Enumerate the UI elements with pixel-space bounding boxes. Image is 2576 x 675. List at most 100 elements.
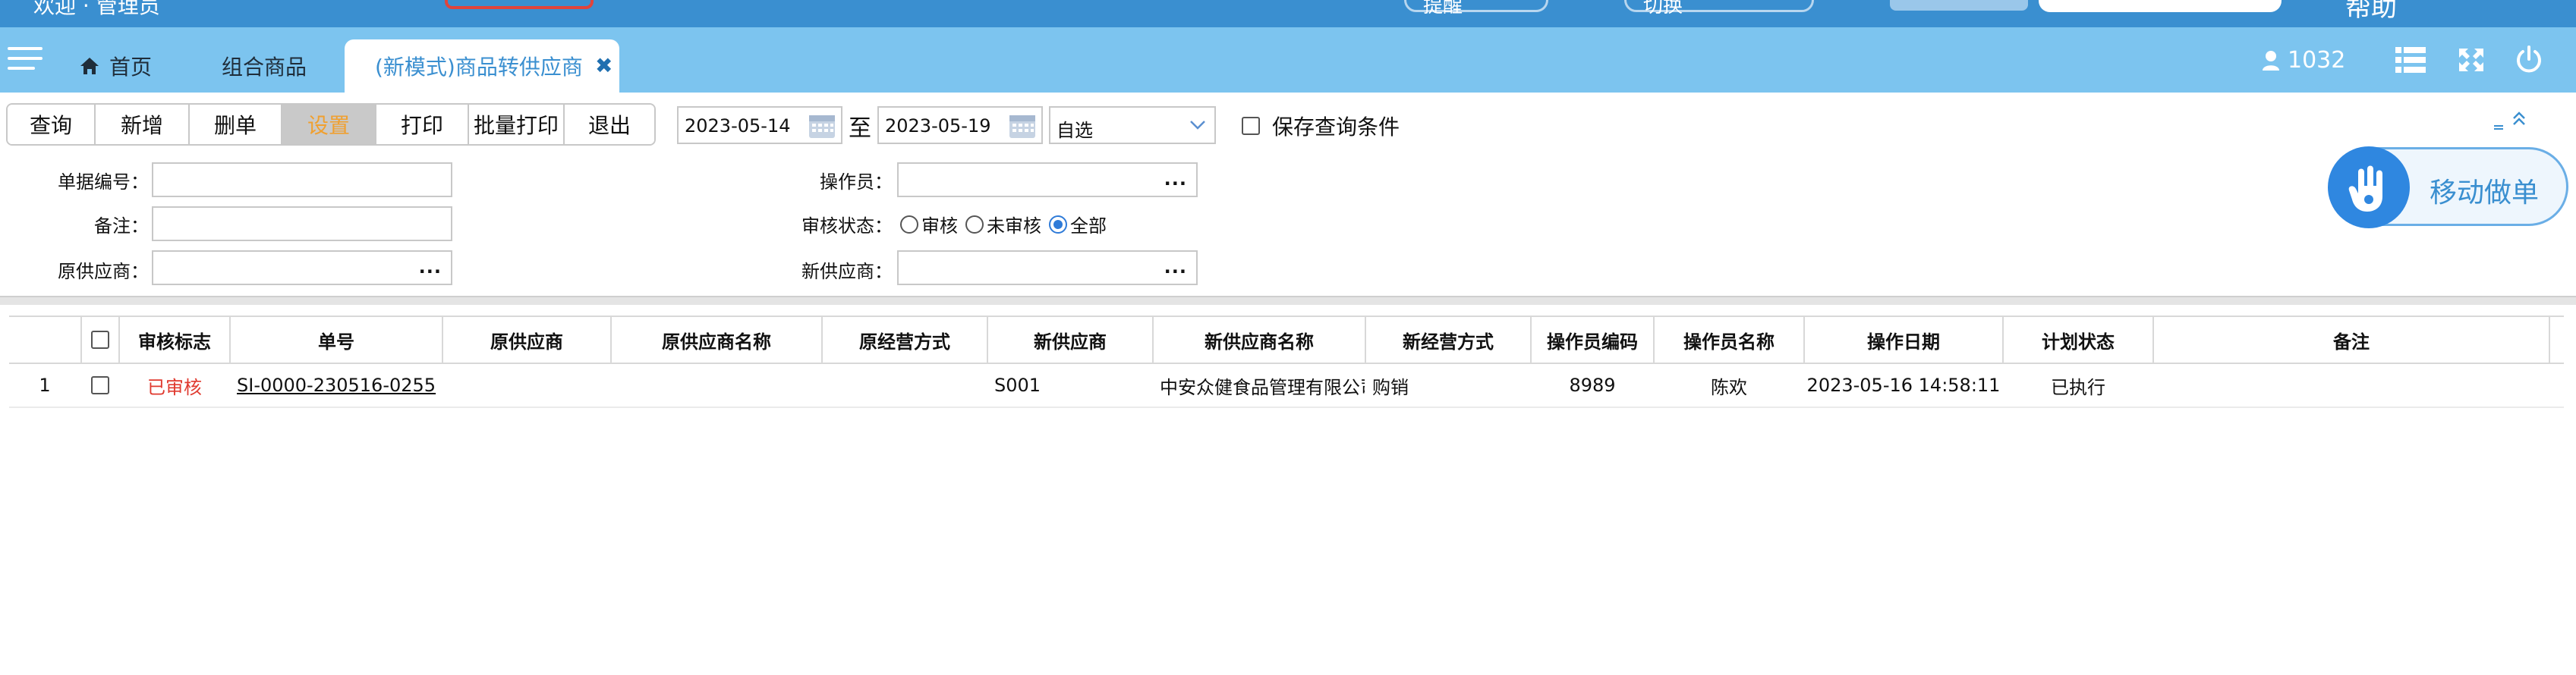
new-supplier-label: 新供应商： <box>801 261 893 282</box>
tab-home[interactable]: 首页 <box>79 39 152 93</box>
remark-input[interactable] <box>152 206 452 241</box>
batch-print-button[interactable]: 批量打印 <box>469 105 565 144</box>
fullscreen-icon[interactable] <box>2456 46 2486 74</box>
new-supplier-input[interactable]: ... <box>897 250 1198 285</box>
user-icon <box>2263 50 2279 71</box>
header-pill-button-1[interactable]: 提醒 <box>1404 0 1548 17</box>
date-preset-value: 自选 <box>1057 120 1093 141</box>
cell-op-date: 2023-05-16 14:58:11 <box>1806 375 2001 396</box>
bill-no-input[interactable] <box>152 162 452 197</box>
cell-new-supplier: S001 <box>994 375 1041 396</box>
cell-orig-supplier <box>443 364 612 407</box>
audit-option-label: 全部 <box>1070 215 1107 237</box>
orig-supplier-picker-button[interactable]: ... <box>419 256 442 278</box>
operator-label: 操作员： <box>820 171 893 193</box>
date-to-separator: 至 <box>849 115 871 142</box>
hamburger-menu-icon[interactable] <box>8 47 43 74</box>
radio-circle-selected[interactable] <box>1049 215 1067 234</box>
user-info[interactable]: 1032 <box>2262 47 2345 74</box>
col-new-mode[interactable]: 新经营方式 <box>1366 317 1532 363</box>
operator-input[interactable]: ... <box>897 162 1198 197</box>
col-orig-supplier-name[interactable]: 原供应商名称 <box>612 317 823 363</box>
power-icon[interactable] <box>2514 46 2544 74</box>
close-icon[interactable]: ✖ <box>595 55 615 77</box>
date-to-value: 2023-05-19 <box>885 115 991 137</box>
header-search-input[interactable] <box>2039 0 2282 12</box>
col-operator-name[interactable]: 操作员名称 <box>1655 317 1805 363</box>
cell-audit-flag: 已审核 <box>147 376 202 398</box>
header-small-button[interactable] <box>1890 0 2028 11</box>
query-button[interactable]: 查询 <box>8 105 96 144</box>
table-row[interactable]: 1 已审核 SI-0000-230516-0255 S001 中安众健食品管理有… <box>9 364 2564 408</box>
header-highlight-box[interactable] <box>445 0 594 9</box>
new-supplier-picker-button[interactable]: ... <box>1164 256 1187 278</box>
col-new-supplier-name[interactable]: 新供应商名称 <box>1154 317 1366 363</box>
print-button[interactable]: 打印 <box>376 105 469 144</box>
audit-option-label: 审核 <box>921 215 958 237</box>
cell-new-mode: 购销 <box>1372 376 1409 398</box>
col-audit-flag[interactable]: 审核标志 <box>120 317 231 363</box>
cell-orig-supplier-name <box>612 364 823 407</box>
cell-plan-status: 已执行 <box>2051 376 2105 398</box>
cell-orig-mode <box>823 364 988 407</box>
row-checkbox[interactable] <box>91 376 109 394</box>
audit-option-label: 未审核 <box>987 215 1041 237</box>
header-pill-2-label: 切换 <box>1643 0 1683 17</box>
audit-radio-unaudited[interactable]: 未审核 <box>965 211 1041 237</box>
row-select-cell <box>82 364 120 407</box>
col-bill-no[interactable]: 单号 <box>231 317 443 363</box>
add-button[interactable]: 新增 <box>96 105 190 144</box>
settings-button[interactable]: 设置 <box>282 105 376 144</box>
date-preset-select[interactable]: 自选 <box>1049 106 1216 144</box>
user-id: 1032 <box>2288 47 2346 74</box>
mobile-bill-button[interactable]: 移动做单 <box>2328 146 2568 228</box>
col-remark[interactable]: 备注 <box>2154 317 2550 363</box>
cell-new-supplier-name: 中安众健食品管理有限公司 <box>1160 376 1366 398</box>
tab-active-label: (新模式)商品转供应商 <box>375 55 583 80</box>
tab-home-label: 首页 <box>109 55 153 80</box>
audit-radio-all[interactable]: 全部 <box>1049 211 1107 237</box>
home-icon <box>80 58 99 74</box>
col-orig-supplier[interactable]: 原供应商 <box>443 317 612 363</box>
orig-supplier-label: 原供应商： <box>58 261 149 282</box>
cell-operator-name: 陈欢 <box>1711 376 1747 398</box>
list-view-icon[interactable] <box>2395 46 2426 74</box>
tab-bar: 首页 组合商品 (新模式)商品转供应商 ✖ 1032 <box>0 27 2576 93</box>
save-query-checkbox[interactable]: 保存查询条件 <box>1242 111 1400 141</box>
header-right-text[interactable]: 帮助 <box>2345 0 2397 24</box>
audit-radio-audited[interactable]: 审核 <box>900 211 958 237</box>
operator-picker-button[interactable]: ... <box>1164 168 1187 190</box>
date-from-value: 2023-05-14 <box>685 115 791 137</box>
select-all-checkbox[interactable] <box>91 331 109 349</box>
save-query-checkbox-box[interactable] <box>1242 117 1260 135</box>
tab-combo-goods[interactable]: 组合商品 <box>222 39 307 93</box>
bill-no-label: 单据编号： <box>58 171 149 193</box>
date-to-input[interactable]: 2023-05-19 <box>877 106 1043 144</box>
row-number: 1 <box>39 375 51 396</box>
header-pill-button-2[interactable]: 切换 <box>1624 0 1814 17</box>
section-divider <box>0 296 2576 305</box>
calendar-icon[interactable] <box>1008 112 1037 140</box>
cell-operator-code: 8989 <box>1569 375 1616 396</box>
bill-no-link[interactable]: SI-0000-230516-0255 <box>237 375 436 396</box>
calendar-icon[interactable] <box>808 112 836 140</box>
action-toolbar: 查询 新增 删单 设置 打印 批量打印 退出 <box>6 103 656 146</box>
tab-goods-to-supplier[interactable]: (新模式)商品转供应商 ✖ <box>345 39 619 93</box>
col-op-date[interactable]: 操作日期 <box>1805 317 2004 363</box>
header-welcome-text: 欢迎 · 管理员 <box>33 0 160 18</box>
header-pill-1-label: 提醒 <box>1423 0 1463 17</box>
date-from-input[interactable]: 2023-05-14 <box>677 106 842 144</box>
radio-circle[interactable] <box>900 215 918 234</box>
col-operator-code[interactable]: 操作员编码 <box>1532 317 1655 363</box>
orig-supplier-input[interactable]: ... <box>152 250 452 285</box>
col-orig-mode[interactable]: 原经营方式 <box>823 317 988 363</box>
col-plan-status[interactable]: 计划状态 <box>2004 317 2154 363</box>
remark-label: 备注： <box>94 215 149 237</box>
radio-circle[interactable] <box>965 215 984 234</box>
delete-bill-button[interactable]: 删单 <box>190 105 282 144</box>
cell-remark <box>2154 364 2550 407</box>
col-new-supplier[interactable]: 新供应商 <box>988 317 1154 363</box>
exit-button[interactable]: 退出 <box>565 105 654 144</box>
collapse-up-icon[interactable] <box>2493 109 2526 132</box>
audit-status-label: 审核状态： <box>801 215 893 237</box>
